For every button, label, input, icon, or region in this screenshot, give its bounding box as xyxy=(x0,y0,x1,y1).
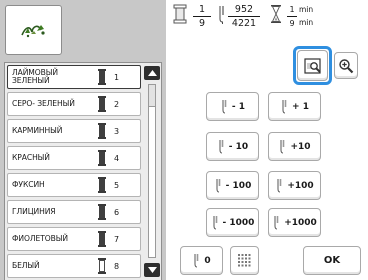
time-remaining-unit: min xyxy=(299,5,314,14)
thread-color-name: ЛАЙМОВЫЙ ЗЕЛЕНЫЙ xyxy=(12,68,58,85)
plus-10-stitch-button[interactable]: +10 xyxy=(268,132,321,161)
color-current: 1 xyxy=(198,4,206,15)
thread-color-name: ГЛИЦИНИЯ xyxy=(12,207,56,216)
minus-1-label: - 1 xyxy=(231,101,246,112)
minus-1000-stitch-button[interactable]: - 1000 xyxy=(206,208,259,237)
time-total-unit: min xyxy=(299,18,314,27)
scroll-down-button[interactable] xyxy=(144,263,160,277)
stitch-count-fraction: 952 4221 xyxy=(228,4,260,29)
color-count-fraction: 1 9 xyxy=(193,4,211,29)
thread-color-row[interactable]: КРАСНЫЙ 4 xyxy=(7,146,141,170)
ok-label: OK xyxy=(323,255,341,266)
minus-10-stitch-button[interactable]: - 10 xyxy=(206,132,259,161)
thread-color-number: 5 xyxy=(114,180,120,190)
needle-icon xyxy=(277,178,282,192)
color-total: 9 xyxy=(198,18,206,29)
needle-icon xyxy=(282,99,287,113)
thread-spool-icon xyxy=(98,69,106,85)
thread-spool-status-icon xyxy=(173,4,187,24)
needle-icon xyxy=(222,99,227,113)
needle-icon xyxy=(280,139,285,153)
arrow-down-icon xyxy=(147,267,157,273)
color-list-scrollbar[interactable] xyxy=(144,66,160,280)
stitch-grid-button[interactable] xyxy=(230,246,259,275)
thread-spool-icon xyxy=(98,177,106,193)
return-to-start-button[interactable]: 0 xyxy=(180,246,223,275)
minus-1-stitch-button[interactable]: - 1 xyxy=(206,92,259,121)
thread-color-row[interactable]: СЕРО- ЗЕЛЕНЫЙ 2 xyxy=(7,92,141,116)
thread-color-row[interactable]: ЛАЙМОВЫЙ ЗЕЛЕНЫЙ 1 xyxy=(7,65,141,89)
needle-position-icon xyxy=(303,57,321,74)
thread-color-name: СЕРО- ЗЕЛЕНЫЙ xyxy=(12,99,75,108)
thread-color-number: 6 xyxy=(114,207,120,217)
thread-color-list: ЛАЙМОВЫЙ ЗЕЛЕНЫЙ 1 СЕРО- ЗЕЛЕНЫЙ 2 КАРМИННЫЙ… xyxy=(7,65,141,280)
thread-color-name: БЕЛЫЙ xyxy=(12,261,40,270)
hourglass-icon xyxy=(271,5,281,23)
thread-color-row[interactable]: КАРМИННЫЙ 3 xyxy=(7,119,141,143)
minus-100-stitch-button[interactable]: - 100 xyxy=(206,171,259,200)
stitch-total: 4221 xyxy=(231,18,257,29)
scroll-thumb[interactable] xyxy=(149,85,155,107)
plus-1000-stitch-button[interactable]: +1000 xyxy=(268,208,321,237)
needle-position-button[interactable] xyxy=(297,50,328,81)
time-remaining: 1 xyxy=(289,5,295,14)
thread-color-list-box: ЛАЙМОВЫЙ ЗЕЛЕНЫЙ 1 СЕРО- ЗЕЛЕНЫЙ 2 КАРМИННЫЙ… xyxy=(4,62,162,280)
needle-icon xyxy=(219,139,224,153)
thread-spool-icon xyxy=(98,258,106,274)
thread-color-number: 3 xyxy=(114,126,120,136)
minus-1000-label: - 1000 xyxy=(222,217,255,228)
thread-color-number: 8 xyxy=(114,261,120,271)
zoom-button[interactable] xyxy=(334,52,358,79)
thread-color-name: ФИОЛЕТОВЫЙ xyxy=(12,234,68,243)
design-preview-icon xyxy=(20,25,45,38)
thread-color-name: КРАСНЫЙ xyxy=(12,153,50,162)
plus-1000-label: +1000 xyxy=(284,217,317,228)
thread-color-number: 2 xyxy=(114,99,120,109)
plus-100-stitch-button[interactable]: +100 xyxy=(268,171,321,200)
thread-color-row[interactable]: ФИОЛЕТОВЫЙ 7 xyxy=(7,227,141,251)
stitch-control-panel: 1 9 952 4221 1 9 min min - 1 + 1 - 10 +1… xyxy=(166,0,368,280)
minus-10-label: - 10 xyxy=(228,141,249,152)
thread-color-panel: ЛАЙМОВЫЙ ЗЕЛЕНЫЙ 1 СЕРО- ЗЕЛЕНЫЙ 2 КАРМИННЫЙ… xyxy=(0,0,166,280)
time-total: 9 xyxy=(289,19,295,28)
needle-icon xyxy=(216,178,220,192)
plus-10-label: +10 xyxy=(290,141,311,152)
needle-icon xyxy=(194,253,199,267)
thread-color-number: 7 xyxy=(114,234,120,244)
plus-1-label: + 1 xyxy=(292,101,309,112)
thread-spool-icon xyxy=(98,231,106,247)
thread-color-row[interactable]: ФУКСИН 5 xyxy=(7,173,141,197)
thread-color-number: 1 xyxy=(114,72,120,82)
thread-spool-icon xyxy=(98,204,106,220)
grid-dots-icon xyxy=(238,254,251,267)
ok-button[interactable]: OK xyxy=(303,246,361,275)
minus-100-label: - 100 xyxy=(225,180,252,191)
needle-status-icon xyxy=(219,6,224,24)
thread-color-name: ФУКСИН xyxy=(12,180,45,189)
thread-spool-icon xyxy=(98,96,106,112)
needle-icon xyxy=(213,215,217,229)
design-preview xyxy=(5,5,62,55)
thread-color-row[interactable]: БЕЛЫЙ 8 xyxy=(7,254,141,278)
thread-color-row[interactable]: ГЛИЦИНИЯ 6 xyxy=(7,200,141,224)
stitch-current: 952 xyxy=(234,4,254,15)
zero-label: 0 xyxy=(204,255,211,266)
scroll-up-button[interactable] xyxy=(144,66,160,80)
thread-color-name: КАРМИННЫЙ xyxy=(12,126,63,135)
plus-100-label: +100 xyxy=(287,180,314,191)
thread-color-number: 4 xyxy=(114,153,120,163)
thread-spool-icon xyxy=(98,123,106,139)
time-fraction: 1 9 xyxy=(287,4,297,29)
embroidery-stitch-navigation-screen: ЛАЙМОВЫЙ ЗЕЛЕНЫЙ 1 СЕРО- ЗЕЛЕНЫЙ 2 КАРМИННЫЙ… xyxy=(0,0,368,280)
needle-icon xyxy=(274,215,279,229)
scroll-track[interactable] xyxy=(148,84,156,258)
thread-spool-icon xyxy=(98,150,106,166)
plus-1-stitch-button[interactable]: + 1 xyxy=(268,92,321,121)
magnifier-plus-icon xyxy=(339,58,354,73)
arrow-up-icon xyxy=(147,70,157,76)
